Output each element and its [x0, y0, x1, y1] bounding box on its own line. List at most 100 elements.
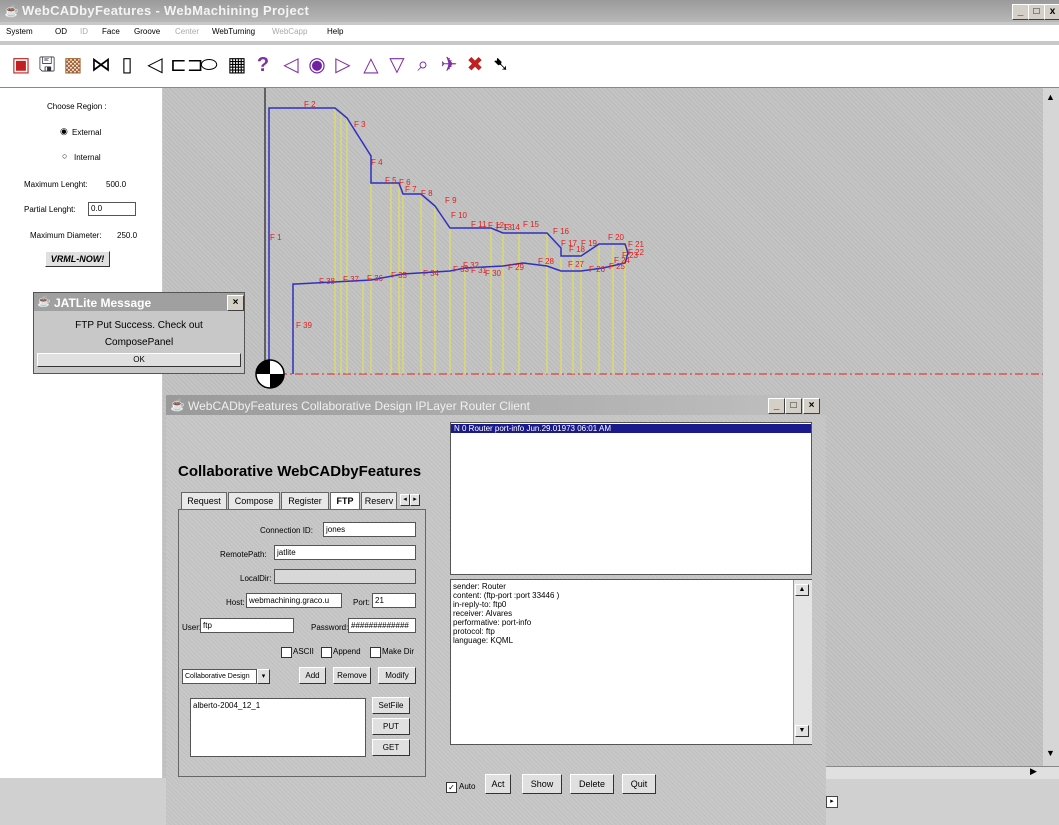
get-button[interactable]: GET: [372, 739, 410, 756]
setfile-button[interactable]: SetFile: [372, 697, 410, 714]
internal-radio[interactable]: ○: [62, 151, 67, 161]
horizontal-scrollbar[interactable]: [826, 766, 1059, 779]
client-minimize-button[interactable]: _: [768, 398, 785, 414]
external-label: External: [72, 128, 102, 137]
minimize-button[interactable]: _: [1012, 4, 1029, 20]
design-select[interactable]: Collaborative Design: [182, 669, 257, 684]
modify-button[interactable]: Modify: [378, 667, 416, 684]
quit-button[interactable]: Quit: [622, 774, 656, 794]
act-button[interactable]: Act: [485, 774, 511, 794]
open-file-icon[interactable]: ▣: [10, 53, 32, 77]
put-button[interactable]: PUT: [372, 718, 410, 735]
jatlite-close-button[interactable]: ×: [227, 295, 244, 311]
message-line: protocol: ftp: [453, 627, 495, 636]
menu-webcapp[interactable]: WebCapp: [272, 27, 307, 36]
scroll-down-icon[interactable]: ▼: [1046, 748, 1055, 758]
pan-icon[interactable]: ✈: [438, 53, 460, 77]
image-icon[interactable]: ▩: [62, 53, 84, 77]
vertical-scrollbar[interactable]: ▲ ▼: [1043, 88, 1059, 778]
connection-id-input[interactable]: jones: [323, 522, 416, 537]
choose-region-label: Choose Region :: [47, 102, 107, 111]
message-line: performative: port-info: [453, 618, 532, 627]
partial-length-input[interactable]: 0.0: [88, 202, 136, 216]
make-dir-checkbox[interactable]: [370, 647, 381, 658]
feature-label-f4: F 4: [371, 158, 383, 167]
camera-icon[interactable]: ▦: [226, 53, 248, 77]
ellipse-icon[interactable]: ⬭: [198, 53, 220, 77]
remote-path-input[interactable]: jatlite: [274, 545, 416, 560]
select-chevron-down-icon[interactable]: ▾: [257, 669, 270, 684]
left-arrow-icon[interactable]: ◁: [280, 53, 302, 77]
jatlite-ok-button[interactable]: OK: [37, 353, 241, 367]
delete-button[interactable]: Delete: [570, 774, 614, 794]
right-arrow-icon[interactable]: ▷: [332, 53, 354, 77]
tab-reserv[interactable]: Reserv: [361, 492, 397, 509]
show-button[interactable]: Show: [522, 774, 562, 794]
file-list-item[interactable]: alberto-2004_12_1: [193, 701, 260, 710]
cylinder-icon[interactable]: ▯: [116, 53, 138, 77]
taper-icon[interactable]: ⋈: [90, 53, 112, 77]
max-length-value: 500.0: [106, 180, 127, 189]
password-input[interactable]: #############: [348, 618, 416, 633]
client-title-bar: ☕ WebCADbyFeatures Collaborative Design …: [166, 395, 826, 415]
menu-system[interactable]: System: [6, 27, 33, 36]
help-icon[interactable]: ?: [252, 53, 274, 77]
menu-webturning[interactable]: WebTurning: [212, 27, 255, 36]
user-input[interactable]: ftp: [200, 618, 294, 633]
up-arrow-icon[interactable]: △: [360, 53, 382, 77]
message-scrollbar[interactable]: [793, 580, 812, 744]
tab-compose[interactable]: Compose: [228, 492, 280, 509]
maximize-button[interactable]: □: [1028, 4, 1045, 20]
router-list-item[interactable]: N 0 Router port-info Jun.29.01973 06:01 …: [451, 424, 811, 433]
feature-label-f37: F 37: [343, 275, 360, 284]
host-input[interactable]: webmachining.graco.u: [246, 593, 342, 608]
down-arrow-icon[interactable]: ▽: [386, 53, 408, 77]
file-list[interactable]: alberto-2004_12_1: [190, 698, 366, 757]
message-area[interactable]: sender: Router content: (ftp-port :port …: [450, 579, 812, 745]
message-scroll-down-icon[interactable]: ▼: [795, 725, 809, 737]
menu-face[interactable]: Face: [102, 27, 120, 36]
save-icon[interactable]: 🖫: [36, 53, 58, 77]
zoom-icon[interactable]: ⌕: [412, 53, 434, 77]
host-label: Host:: [226, 598, 245, 607]
close-button[interactable]: x: [1044, 4, 1059, 20]
message-scroll-up-icon[interactable]: ▲: [795, 584, 809, 596]
menu-id[interactable]: ID: [80, 27, 88, 36]
pointer-icon[interactable]: ➷: [490, 53, 512, 77]
append-checkbox[interactable]: [321, 647, 332, 658]
port-label: Port:: [353, 598, 370, 607]
external-radio[interactable]: ◉: [60, 126, 68, 137]
make-dir-label: Make Dir: [382, 647, 415, 656]
scroll-right-icon[interactable]: ▶: [1030, 766, 1037, 777]
local-dir-input[interactable]: [274, 569, 416, 584]
groove-icon[interactable]: ⊏⊐: [170, 53, 204, 77]
feature-label-f27: F 27: [568, 260, 585, 269]
record-icon[interactable]: ◉: [306, 53, 328, 77]
tab-request[interactable]: Request: [181, 492, 227, 509]
vrml-now-button[interactable]: VRML-NOW!: [45, 251, 110, 267]
menu-center[interactable]: Center: [175, 27, 199, 36]
auto-checkbox[interactable]: ✓: [446, 782, 457, 793]
tab-register[interactable]: Register: [281, 492, 329, 509]
client-maximize-button[interactable]: □: [785, 398, 802, 414]
feature-label-f15: F 15: [523, 220, 540, 229]
cone-left-icon[interactable]: ◁: [144, 53, 166, 77]
port-input[interactable]: 21: [372, 593, 416, 608]
menu-groove[interactable]: Groove: [134, 27, 160, 36]
ascii-label: ASCII: [293, 647, 314, 656]
menu-help[interactable]: Help: [327, 27, 343, 36]
add-button[interactable]: Add: [299, 667, 326, 684]
remove-button[interactable]: Remove: [333, 667, 371, 684]
feature-label-f36: F 36: [367, 274, 384, 283]
scroll-up-icon[interactable]: ▲: [1046, 92, 1055, 102]
client-close-button[interactable]: ×: [803, 398, 820, 414]
ascii-checkbox[interactable]: [281, 647, 292, 658]
menu-od[interactable]: OD: [55, 27, 67, 36]
tab-ftp[interactable]: FTP: [330, 492, 360, 509]
router-list[interactable]: N 0 Router port-info Jun.29.01973 06:01 …: [450, 422, 812, 575]
tab-scroll-right-icon[interactable]: ▸: [410, 494, 420, 506]
delete-icon[interactable]: ✖: [464, 53, 486, 77]
jatlite-titlebar: ☕ JATLite Message ×: [34, 293, 244, 311]
tab-scroll-left-icon[interactable]: ◂: [400, 494, 410, 506]
small-right-icon[interactable]: ▸: [826, 796, 838, 808]
